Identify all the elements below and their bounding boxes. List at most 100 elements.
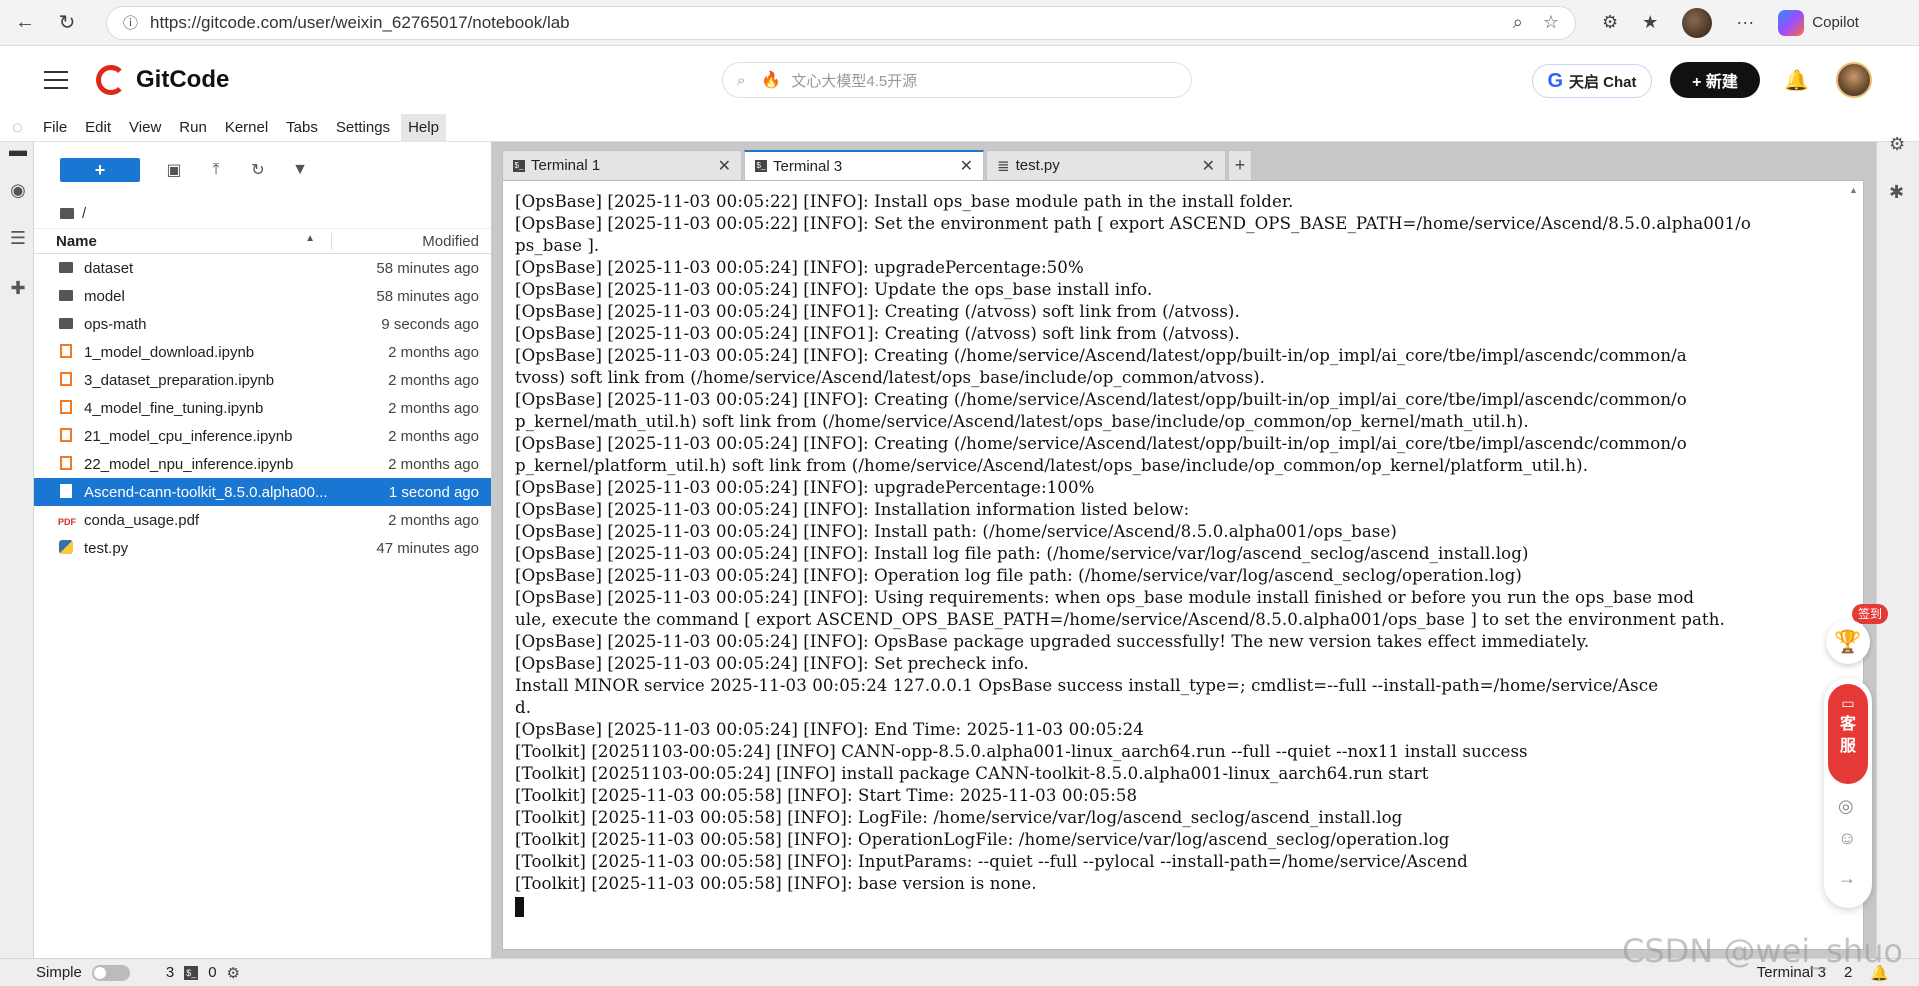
address-bar[interactable]: ⓘ https://gitcode.com/user/weixin_627650… — [106, 5, 1576, 40]
gitcode-logo[interactable]: GitCode — [96, 65, 229, 95]
arrow-right-icon[interactable]: → — [1838, 868, 1856, 889]
search-icon: ⌕ — [737, 71, 746, 89]
file-icon — [60, 483, 72, 498]
menu-file[interactable]: File — [36, 114, 74, 142]
menu-run[interactable]: Run — [172, 114, 214, 142]
name-column-header[interactable]: Name ▲ — [34, 232, 332, 250]
back-icon[interactable]: ← — [8, 6, 42, 40]
running-kernels-icon[interactable]: ◉ — [8, 180, 28, 200]
new-folder-icon[interactable]: ▣ — [166, 160, 182, 180]
tab-terminal-1[interactable]: $_ Terminal 1 ✕ — [502, 150, 742, 180]
file-modified: 58 minutes ago — [376, 287, 479, 305]
table-of-contents-icon[interactable]: ☰ — [8, 228, 28, 248]
hamburger-menu-icon[interactable] — [44, 71, 68, 89]
site-info-icon[interactable]: ⓘ — [123, 12, 138, 33]
favorite-star-icon[interactable]: ☆ — [1543, 12, 1559, 33]
file-name: conda_usage.pdf — [84, 511, 200, 529]
refresh-icon[interactable]: ↻ — [50, 6, 84, 40]
copilot-button[interactable]: Copilot — [1778, 9, 1859, 36]
terminal-line: [OpsBase] [2025-11-03 00:05:24] [INFO]: … — [515, 588, 1695, 607]
file-name: 3_dataset_preparation.ipynb — [84, 371, 275, 389]
root-folder-icon[interactable] — [60, 207, 74, 219]
smiley-feedback-icon[interactable]: ☺ — [1838, 828, 1856, 849]
modified-column-header[interactable]: Modified — [332, 233, 491, 250]
tab-bar: $_ Terminal 1 ✕ $_ Terminal 3 ✕ ≣ test.p… — [502, 150, 1252, 180]
menu-settings[interactable]: Settings — [329, 114, 397, 142]
close-icon[interactable]: ✕ — [960, 156, 973, 176]
filter-icon[interactable]: ▼ — [292, 161, 308, 179]
notification-bell-icon[interactable]: 🔔 — [1784, 68, 1809, 93]
scroll-up-arrow-icon[interactable]: ▲ — [1849, 185, 1859, 195]
menu-help[interactable]: Help — [401, 113, 446, 142]
list-item[interactable]: PDF conda_usage.pdf 2 months ago — [34, 506, 491, 534]
signin-badge[interactable]: 签到 — [1852, 604, 1888, 624]
list-item[interactable]: 4_model_fine_tuning.ipynb 2 months ago — [34, 394, 491, 422]
tab-test-py[interactable]: ≣ test.py ✕ — [986, 150, 1226, 180]
customer-service-button[interactable]: ▭ 客 服 — [1828, 684, 1868, 784]
close-icon[interactable]: ✕ — [1202, 156, 1215, 176]
notebook-icon — [60, 399, 72, 414]
menu-view[interactable]: View — [122, 114, 168, 142]
list-item[interactable]: model 58 minutes ago — [34, 282, 491, 310]
folder-icon — [59, 317, 73, 329]
flame-icon: 🔥 — [761, 72, 782, 89]
file-name: model — [84, 287, 125, 305]
copilot-icon — [1778, 9, 1805, 36]
tab-label: Terminal 3 — [773, 157, 843, 175]
add-tab-button[interactable]: + — [1228, 150, 1252, 180]
upload-icon[interactable]: ⤒ — [208, 161, 224, 179]
url-text[interactable]: https://gitcode.com/user/weixin_62765017… — [150, 13, 1513, 33]
refresh-files-icon[interactable]: ↻ — [250, 160, 266, 180]
site-search-input[interactable]: ⌕ 🔥 文心大模型4.5开源 — [722, 62, 1192, 98]
more-menu-icon[interactable]: ··· — [1736, 12, 1754, 33]
floating-service-panel: ▭ 客 服 ◎ ☺ → — [1824, 678, 1872, 908]
terminal-output[interactable]: [OpsBase] [2025-11-03 00:05:22] [INFO]: … — [502, 180, 1864, 950]
menu-kernel[interactable]: Kernel — [218, 114, 275, 142]
file-name: ops-math — [84, 315, 147, 333]
file-browser-panel: + ▣ ⤒ ↻ ▼ / Name ▲ Modified dataset 58 mi… — [34, 142, 492, 958]
menu-tabs[interactable]: Tabs — [279, 114, 325, 142]
list-item[interactable]: dataset 58 minutes ago — [34, 254, 491, 282]
list-item[interactable]: 3_dataset_preparation.ipynb 2 months ago — [34, 366, 491, 394]
list-item-selected[interactable]: Ascend-cann-toolkit_8.5.0.alpha00... 1 se… — [34, 478, 491, 506]
tab-terminal-3[interactable]: $_ Terminal 3 ✕ — [744, 150, 984, 180]
new-button[interactable]: + 新建 — [1670, 62, 1760, 98]
kernel-count: 0 — [208, 964, 217, 981]
list-item[interactable]: ops-math 9 seconds ago — [34, 310, 491, 338]
breadcrumb-root[interactable]: / — [82, 205, 86, 222]
folder-icon[interactable]: ▬ — [8, 140, 28, 160]
extensions-puzzle-icon[interactable]: ✚ — [8, 278, 28, 298]
file-name: Ascend-cann-toolkit_8.5.0.alpha00... — [84, 483, 328, 501]
list-item[interactable]: 21_model_cpu_inference.ipynb 2 months ago — [34, 422, 491, 450]
list-item[interactable]: 22_model_npu_inference.ipynb 2 months ago — [34, 450, 491, 478]
new-launcher-button[interactable]: + — [60, 158, 140, 182]
terminal-line: [OpsBase] [2025-11-03 00:05:24] [INFO1]:… — [515, 324, 1240, 343]
zoom-icon[interactable]: ⌕ — [1513, 12, 1523, 33]
kernel-status-gear-icon[interactable]: ⚙ — [227, 964, 240, 982]
favorites-icon[interactable]: ★ — [1642, 12, 1658, 33]
terminal-prompt[interactable] — [515, 895, 1843, 917]
text-file-icon: ≣ — [997, 157, 1010, 175]
ai-assistant-icon[interactable]: ◎ — [1838, 796, 1854, 817]
pdf-icon: PDF — [58, 516, 76, 527]
simple-mode-toggle[interactable] — [91, 964, 130, 981]
tianqi-chat-button[interactable]: G 天启 Chat — [1532, 64, 1652, 98]
user-avatar[interactable] — [1836, 62, 1872, 98]
file-modified: 2 months ago — [388, 427, 479, 445]
browser-profile-avatar[interactable] — [1682, 7, 1713, 38]
close-icon[interactable]: ✕ — [718, 156, 731, 176]
list-item[interactable]: 1_model_download.ipynb 2 months ago — [34, 338, 491, 366]
menu-edit[interactable]: Edit — [78, 114, 118, 142]
file-modified: 9 seconds ago — [381, 315, 479, 333]
list-item[interactable]: test.py 47 minutes ago — [34, 534, 491, 562]
terminal-line: [OpsBase] [2025-11-03 00:05:24] [INFO]: … — [515, 478, 1095, 497]
trophy-icon[interactable]: 🏆 — [1826, 620, 1870, 664]
terminal-line: [OpsBase] [2025-11-03 00:05:24] [INFO]: … — [515, 720, 1144, 739]
terminal-line: Install MINOR service 2025-11-03 00:05:2… — [515, 676, 1659, 695]
extensions-icon[interactable]: ⚙ — [1602, 12, 1618, 33]
debugger-bug-icon[interactable]: ✱ — [1889, 182, 1904, 203]
property-inspector-gear-icon[interactable]: ⚙ — [1889, 134, 1905, 155]
terminal-count-icon: $_ — [184, 965, 199, 980]
terminal-line: [Toolkit] [2025-11-03 00:05:58] [INFO]: … — [515, 808, 1403, 827]
terminal-line: [Toolkit] [2025-11-03 00:05:58] [INFO]: … — [515, 852, 1468, 871]
